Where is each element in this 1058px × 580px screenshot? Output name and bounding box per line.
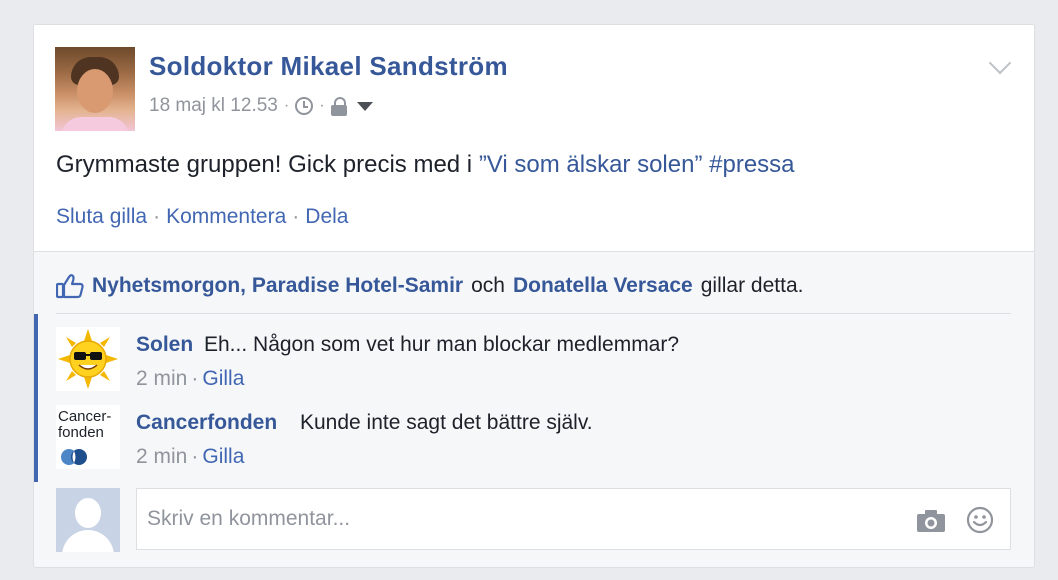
comment-item: Solen Eh... Någon som vet hur man blocka… [56,327,1011,397]
avatar-logo-text: Cancer- [58,408,112,425]
likes-summary: Nyhetsmorgon, Paradise Hotel-Samir och D… [56,271,803,301]
thumbs-up-icon [56,274,84,299]
post-card: Soldoktor Mikael Sandström 18 maj kl 12.… [33,24,1035,568]
comment-meta: 2 min · Gilla [136,367,244,391]
lock-icon[interactable] [330,97,347,116]
comment-like-link[interactable]: Gilla [202,445,244,468]
cancerfonden-logo-icon [61,449,87,465]
likes-suffix: gillar detta. [700,274,804,297]
cancerfonden-avatar[interactable]: Cancer- fonden [56,405,120,469]
author-avatar[interactable] [55,47,135,131]
comment-author[interactable]: Solen [136,333,193,357]
action-separator: · [292,205,300,228]
post-timestamp[interactable]: 18 maj kl 12.53 [149,95,278,117]
comment-item: Cancer- fonden Cancerfonden Kunde inte s… [56,405,1011,475]
emoji-icon[interactable] [966,506,994,534]
comment-text: Eh... Någon som vet hur man blockar medl… [204,333,680,356]
likes-divider [56,313,1011,314]
clock-icon [295,97,314,115]
group-link[interactable]: ”Vi som älskar solen” [479,151,703,178]
comment-link[interactable]: Kommentera [166,205,286,229]
meta-separator: · [319,97,325,114]
post-meta: 18 maj kl 12.53 · · [149,93,373,119]
liker-link[interactable]: Nyhetsmorgon, Paradise Hotel-Samir [92,274,463,298]
comment-time[interactable]: 2 min [136,367,187,390]
post-body: Soldoktor Mikael Sandström 18 maj kl 12.… [34,25,1034,251]
audience-caret-icon[interactable] [356,101,373,111]
comment-like-link[interactable]: Gilla [202,367,244,390]
likes-conjunction: och [471,274,505,297]
new-comments-indicator [34,314,38,482]
action-separator: · [153,205,161,228]
post-text-prefix: Grymmaste gruppen! Gick precis med i [56,151,479,178]
comment-time[interactable]: 2 min [136,445,187,468]
unlike-link[interactable]: Sluta gilla [56,205,147,229]
post-text: Grymmaste gruppen! Gick precis med i ”Vi… [56,151,795,179]
sun-with-sunglasses-icon[interactable] [56,327,120,391]
comment-meta-separator: · [191,445,199,468]
meta-separator: · [283,97,290,114]
liker-link[interactable]: Donatella Versace [513,274,693,298]
author-name[interactable]: Soldoktor Mikael Sandström [149,51,508,82]
post-actions: Sluta gilla · Kommentera · Dela [56,205,348,229]
hashtag-link[interactable]: #pressa [709,151,794,178]
comment-author[interactable]: Cancerfonden [136,411,277,435]
comment-meta-separator: · [191,367,199,390]
chevron-down-icon[interactable] [988,51,1012,75]
camera-icon[interactable] [916,509,946,533]
comment-text: Kunde inte sagt det bättre själv. [300,411,593,434]
comment-input[interactable] [136,488,1011,550]
comment-meta: 2 min · Gilla [136,445,244,469]
avatar-logo-text: fonden [58,424,104,441]
share-link[interactable]: Dela [305,205,348,229]
viewer-avatar [56,488,120,552]
